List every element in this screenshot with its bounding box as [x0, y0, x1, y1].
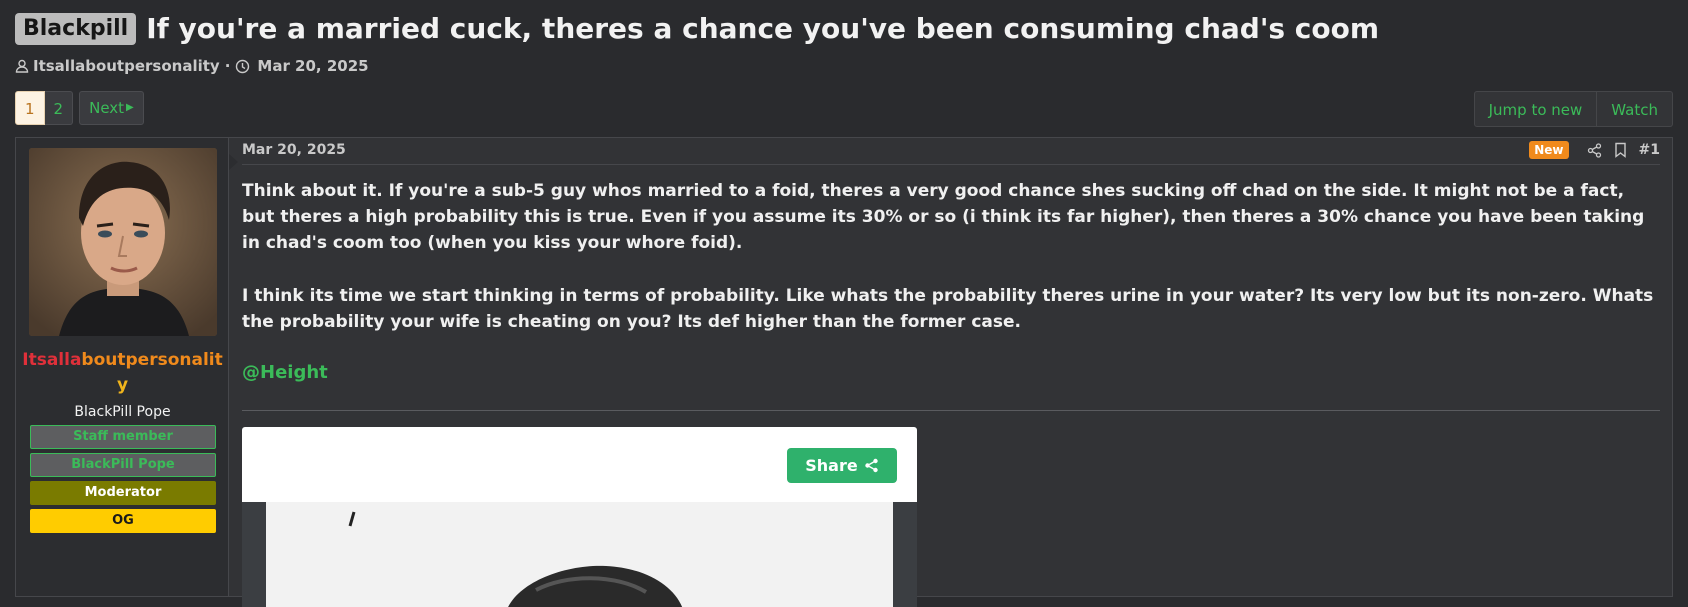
- post-header-actions: New #1: [1529, 141, 1660, 159]
- thread-header: Blackpill If you're a married cuck, ther…: [15, 12, 1379, 45]
- embed-photo[interactable]: [242, 502, 917, 607]
- user-column-pointer: [229, 154, 238, 170]
- thread-title: If you're a married cuck, theres a chanc…: [146, 12, 1380, 45]
- username-part-1: Itsalla: [22, 350, 82, 370]
- page-1-button[interactable]: 1: [15, 91, 45, 125]
- thread-date[interactable]: Mar 20, 2025: [257, 57, 368, 75]
- avatar-image: [29, 148, 217, 336]
- post-content: Think about it. If you're a sub-5 guy wh…: [242, 178, 1660, 386]
- content-divider: [242, 410, 1660, 411]
- page-2-button[interactable]: 2: [44, 91, 74, 125]
- thread-meta: Itsallaboutpersonality · Mar 20, 2025: [15, 57, 369, 75]
- post: Itsallaboutpersonalit y BlackPill Pope St…: [15, 137, 1673, 607]
- banner-og: OG: [30, 509, 216, 533]
- watch-button[interactable]: Watch: [1597, 91, 1673, 127]
- share-icon[interactable]: [1587, 142, 1602, 158]
- username-part-3: y: [116, 375, 129, 395]
- banner-blackpill-pope: BlackPill Pope: [30, 453, 216, 477]
- thread-author[interactable]: Itsallaboutpersonality: [33, 57, 220, 75]
- post-username[interactable]: Itsallaboutpersonalit y: [16, 348, 229, 398]
- pagination: 1 2 Next ▶: [15, 91, 144, 125]
- media-embed: Share: [242, 427, 917, 607]
- thread-prefix[interactable]: Blackpill: [15, 12, 137, 45]
- new-badge: New: [1529, 141, 1569, 159]
- next-label: Next: [89, 99, 125, 117]
- post-user-column: Itsallaboutpersonalit y BlackPill Pope St…: [16, 138, 229, 596]
- photo-image: [266, 502, 893, 607]
- next-page-button[interactable]: Next ▶: [79, 91, 144, 125]
- meta-separator: ·: [224, 57, 231, 75]
- avatar[interactable]: [29, 148, 217, 336]
- post-date[interactable]: Mar 20, 2025: [242, 142, 346, 158]
- user-mention-link[interactable]: @Height: [242, 360, 1660, 386]
- bookmark-icon[interactable]: [1614, 142, 1627, 158]
- post-paragraph-2: I think its time we start thinking in te…: [242, 286, 1654, 332]
- jump-to-new-button[interactable]: Jump to new: [1473, 91, 1598, 127]
- caret-right-icon: ▶: [126, 102, 134, 113]
- post-header: Mar 20, 2025 New #1: [242, 138, 1660, 165]
- embed-share-button[interactable]: Share: [787, 448, 897, 483]
- share-icon: [865, 458, 878, 473]
- embed-share-label: Share: [805, 456, 858, 475]
- banner-staff: Staff member: [30, 425, 216, 449]
- post-number[interactable]: #1: [1639, 142, 1660, 158]
- thread-actions: Jump to new Watch: [1473, 91, 1673, 127]
- user-title: BlackPill Pope: [74, 404, 171, 420]
- user-icon: [15, 59, 29, 73]
- post-paragraph-1: Think about it. If you're a sub-5 guy wh…: [242, 181, 1645, 253]
- username-part-2: boutpersonalit: [81, 350, 223, 370]
- clock-icon: [236, 59, 250, 73]
- banner-moderator: Moderator: [30, 481, 216, 505]
